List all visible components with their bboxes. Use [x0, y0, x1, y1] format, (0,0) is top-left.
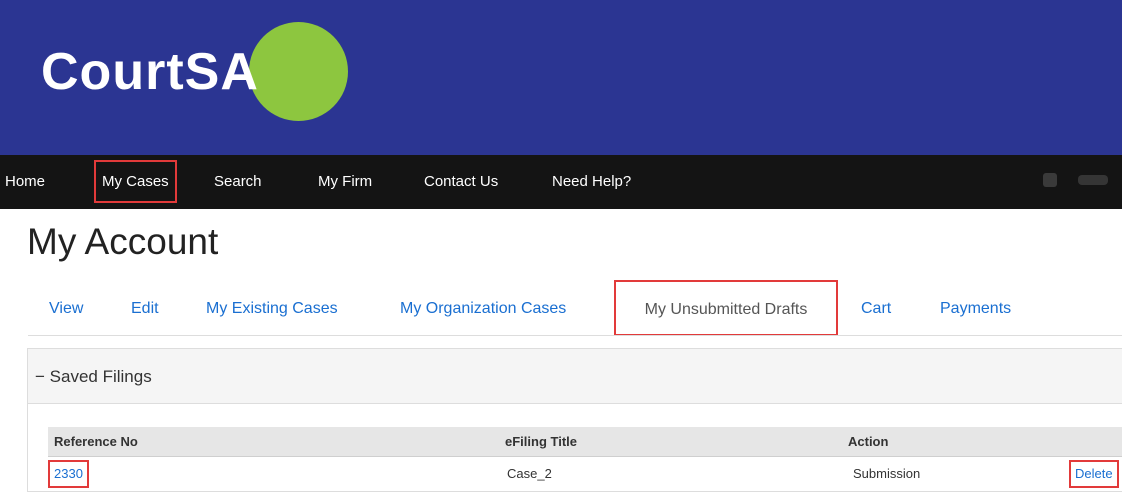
efiling-title-cell: Case_2 — [507, 466, 552, 481]
logo-text-sa: SA — [184, 43, 259, 101]
tab-my-organization-cases[interactable]: My Organization Cases — [400, 292, 566, 326]
nav-item-my-firm[interactable]: My Firm — [318, 155, 372, 209]
tab-view[interactable]: View — [49, 292, 83, 326]
site-header: CourtSA — [0, 0, 1122, 155]
logo-circle-icon — [249, 22, 348, 121]
column-header-action: Action — [848, 434, 889, 449]
saved-filings-panel: − Saved Filings Reference No eFiling Tit… — [27, 348, 1122, 492]
action-cell: Submission — [853, 466, 921, 481]
tab-my-existing-cases[interactable]: My Existing Cases — [206, 292, 338, 326]
tab-cart[interactable]: Cart — [861, 292, 891, 326]
page-title: My Account — [27, 221, 219, 262]
table-row: 2330 Case_2 Submission Delete — [48, 457, 1122, 493]
user-name-redacted[interactable] — [1078, 175, 1108, 185]
column-header-reference-no: Reference No — [54, 434, 138, 449]
nav-item-my-cases[interactable]: My Cases — [94, 160, 177, 203]
column-header-efiling-title: eFiling Title — [505, 434, 577, 449]
main-nav: Home My Cases Search My Firm Contact Us … — [0, 155, 1122, 209]
tab-payments[interactable]: Payments — [940, 292, 1011, 326]
tab-my-unsubmitted-drafts[interactable]: My Unsubmitted Drafts — [614, 280, 838, 336]
courtsa-logo[interactable]: CourtSA — [41, 42, 259, 102]
logo-text-court: Court — [41, 43, 185, 101]
tab-edit[interactable]: Edit — [131, 292, 159, 326]
reference-no-link[interactable]: 2330 — [48, 460, 89, 488]
tabs-divider — [28, 335, 1122, 336]
panel-heading: − Saved Filings — [28, 349, 1122, 404]
user-avatar-redacted[interactable] — [1043, 173, 1057, 187]
nav-item-search[interactable]: Search — [214, 155, 262, 209]
nav-item-contact-us[interactable]: Contact Us — [424, 155, 498, 209]
delete-link[interactable]: Delete — [1069, 460, 1119, 488]
nav-item-home[interactable]: Home — [5, 155, 45, 209]
table-header: Reference No eFiling Title Action — [48, 427, 1122, 457]
saved-filings-toggle[interactable]: − Saved Filings — [35, 349, 152, 404]
nav-item-need-help[interactable]: Need Help? — [552, 155, 631, 209]
